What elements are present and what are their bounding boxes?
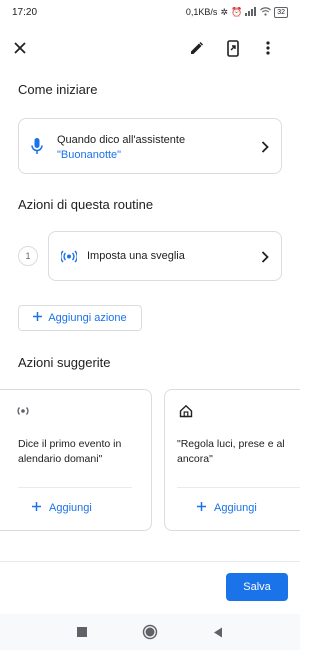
divider: [18, 487, 132, 488]
footer-divider: [0, 561, 300, 562]
start-section-title: Come iniziare: [18, 82, 98, 97]
plus-icon: [33, 312, 43, 324]
system-nav-bar: [0, 614, 300, 650]
divider: [177, 487, 300, 488]
bluetooth-icon: ✲: [220, 6, 228, 17]
alarm-broadcast-icon: [60, 250, 78, 268]
suggested-add-button[interactable]: Aggiungi: [197, 502, 257, 514]
home-icon: [179, 404, 193, 423]
network-speed: 0,1KB/s: [185, 7, 218, 17]
chevron-right-icon: [261, 250, 269, 268]
step-number: 1: [18, 246, 38, 266]
battery-icon: 32: [274, 6, 288, 18]
pencil-icon[interactable]: [186, 38, 206, 58]
suggested-card-line: alendario domani": [18, 453, 103, 465]
phone-shortcut-icon[interactable]: [223, 38, 243, 58]
suggested-card-line: "Regola luci, prese e al: [177, 438, 285, 450]
add-action-label: Aggiungi azione: [48, 312, 127, 324]
add-action-button[interactable]: Aggiungi azione: [18, 305, 142, 331]
suggested-card[interactable]: "Regola luci, prese e al ancora" Aggiung…: [164, 389, 300, 531]
back-button[interactable]: [210, 624, 226, 640]
trigger-phrase: "Buonanotte": [57, 149, 122, 161]
suggested-add-label: Aggiungi: [49, 502, 92, 514]
chevron-right-icon: [261, 140, 269, 158]
suggested-section-title: Azioni suggerite: [18, 355, 111, 370]
action-label: Imposta una sveglia: [87, 250, 185, 262]
wifi-icon: [260, 6, 272, 18]
broadcast-icon: [16, 404, 30, 422]
home-button[interactable]: [142, 624, 158, 640]
save-button[interactable]: Salva: [226, 573, 288, 601]
recents-button[interactable]: [74, 624, 90, 640]
plus-icon: [197, 502, 206, 514]
signal-icon: [245, 6, 257, 18]
suggested-card-line: Dice il primo evento in: [18, 438, 122, 450]
suggested-card[interactable]: Dice il primo evento in alendario domani…: [0, 389, 152, 531]
more-vert-icon[interactable]: [258, 38, 278, 58]
trigger-card[interactable]: Quando dico all'assistente "Buonanotte": [18, 118, 282, 174]
close-icon[interactable]: [10, 38, 30, 58]
suggested-card-line: ancora": [177, 453, 213, 465]
suggested-add-button[interactable]: Aggiungi: [32, 502, 92, 514]
status-bar: 17:20 0,1KB/s ✲ ⏰ 32: [0, 0, 300, 24]
suggested-card-text: Dice il primo evento in alendario domani…: [18, 437, 121, 467]
suggested-add-label: Aggiungi: [214, 502, 257, 514]
top-toolbar: [0, 34, 300, 62]
status-icons: 0,1KB/s ✲ ⏰ 32: [185, 6, 288, 18]
suggested-card-text: "Regola luci, prese e al ancora": [177, 437, 285, 467]
plus-icon: [32, 502, 41, 514]
actions-section-title: Azioni di questa routine: [18, 197, 154, 212]
alarm-icon: ⏰: [230, 6, 243, 17]
action-item[interactable]: Imposta una sveglia: [48, 231, 282, 281]
status-time: 17:20: [12, 6, 38, 18]
mic-icon: [31, 137, 43, 160]
trigger-label: Quando dico all'assistente: [57, 134, 186, 146]
